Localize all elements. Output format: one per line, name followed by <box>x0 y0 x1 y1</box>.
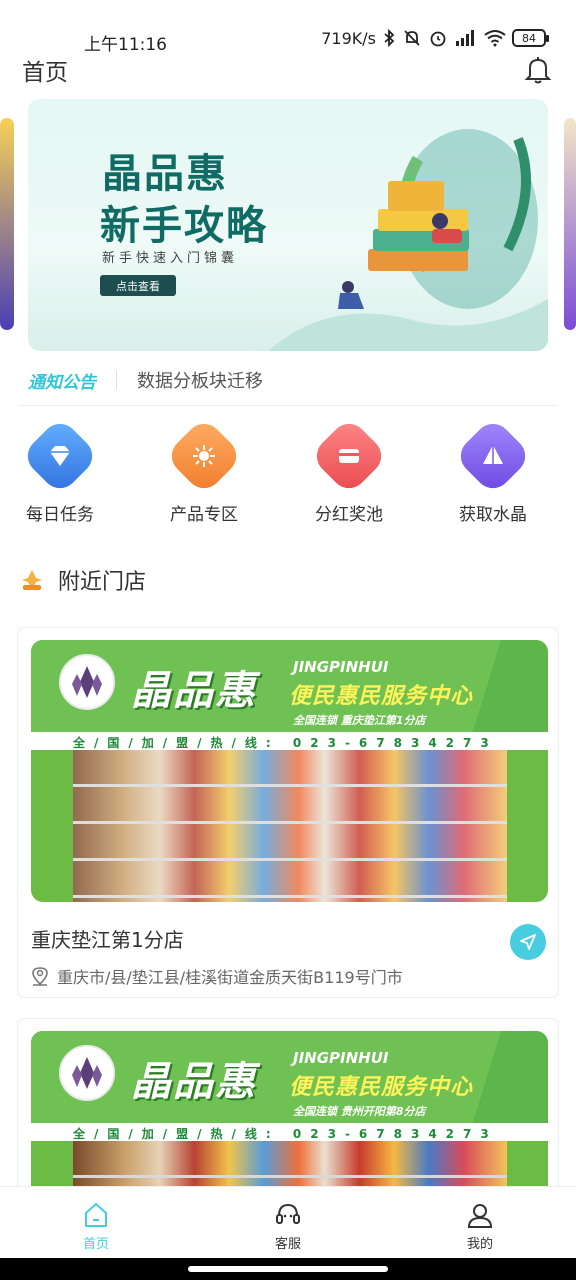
notice-divider <box>116 371 117 389</box>
quick-item-label: 获取水晶 <box>459 505 527 525</box>
notice-text[interactable]: 数据分板块迁移 <box>137 367 263 393</box>
store-hotline: 全/国/加/盟/热/线: 023-67834273 <box>73 736 498 750</box>
home-gesture-handle[interactable] <box>188 1266 388 1272</box>
status-bar: 上午11:16 719K/s 84 <box>0 0 576 55</box>
mute-bell-icon <box>404 30 420 46</box>
signal-icon <box>456 30 474 46</box>
navigate-button[interactable] <box>510 924 546 960</box>
page-header: 首页 <box>22 52 554 88</box>
quick-menu: 每日任务 产品专区 分红奖池 获取水晶 <box>0 416 576 528</box>
home-icon <box>85 1203 107 1227</box>
banner-title: 晶品惠 <box>102 151 228 197</box>
quick-item-label: 产品专区 <box>170 505 238 525</box>
store-branch-tag: 全国连锁 贵州开阳第8分店 <box>293 1105 426 1118</box>
banner-view-button[interactable]: 点击查看 <box>100 275 176 296</box>
nav-label: 客服 <box>274 1237 301 1252</box>
banner-illustration <box>268 129 548 351</box>
store-brand: 晶品惠 <box>131 1059 257 1105</box>
carousel-next-peek[interactable] <box>564 118 576 330</box>
customer-service-icon <box>276 1203 300 1224</box>
divider <box>18 405 558 406</box>
diamond-icon <box>20 416 100 496</box>
carousel-prev-peek[interactable] <box>0 118 14 330</box>
battery-icon: 84 <box>512 29 549 47</box>
sparkle-icon <box>164 416 244 496</box>
network-speed: 719K/s <box>321 28 376 48</box>
store-image: 晶品惠 JINGPINHUI 便民惠民服务中心 全国连锁 贵州开阳第8分店 全/… <box>31 1031 548 1201</box>
store-image: 晶品惠 JINGPINHUI 便民惠民服务中心 全国连锁 重庆垫江第1分店 全/… <box>31 640 548 902</box>
nav-item-home[interactable]: 首页 <box>0 1187 192 1258</box>
section-title-text: 附近门店 <box>58 570 147 595</box>
location-pin-icon <box>32 967 48 986</box>
crystal-icon <box>453 416 533 496</box>
page-title: 首页 <box>22 60 68 86</box>
bluetooth-icon <box>384 29 395 47</box>
status-icons: 719K/s 84 <box>321 28 549 48</box>
store-brand: 晶品惠 <box>131 668 257 714</box>
brand-logo <box>59 654 115 710</box>
store-section-icon <box>22 570 42 590</box>
banner-subtitle-title: 新手攻略 <box>100 203 268 249</box>
navigation-arrow-icon <box>520 934 536 950</box>
banner-tagline: 新手快速入门锦囊 <box>102 251 239 266</box>
store-card[interactable]: 晶品惠 JINGPINHUI 便民惠民服务中心 全国连锁 重庆垫江第1分店 全/… <box>17 627 559 998</box>
profile-icon <box>467 1204 493 1228</box>
nav-item-profile[interactable]: 我的 <box>384 1187 576 1258</box>
store-address-text: 重庆市/县/垫江县/桂溪街道金质天街B119号门市 <box>57 968 403 987</box>
quick-item-label: 分红奖池 <box>315 505 383 525</box>
quick-item-label: 每日任务 <box>26 505 94 525</box>
store-brand-en: JINGPINHUI <box>293 1049 389 1067</box>
notice-bar[interactable]: 通知公告 数据分板块迁移 <box>28 360 548 400</box>
store-slogan: 便民惠民服务中心 <box>289 684 474 709</box>
alarm-icon <box>430 31 446 47</box>
store-name: 重庆垫江第1分店 <box>31 928 184 952</box>
brand-logo <box>59 1045 115 1101</box>
notice-tag: 通知公告 <box>28 372 96 393</box>
store-hotline: 全/国/加/盟/热/线: 023-67834273 <box>73 1127 498 1141</box>
quick-item-dividend-pool[interactable]: 分红奖池 <box>289 416 409 525</box>
banner-carousel[interactable]: 晶品惠 新手攻略 新手快速入门锦囊 点击查看 <box>28 99 548 351</box>
nav-label: 首页 <box>82 1237 109 1252</box>
card-icon <box>309 416 389 496</box>
store-address: 重庆市/县/垫江县/桂溪街道金质天街B119号门市 <box>31 964 403 988</box>
notification-bell-icon[interactable] <box>522 54 554 86</box>
nav-item-customer-service[interactable]: 客服 <box>192 1187 384 1258</box>
bottom-nav: 首页 客服 我的 <box>0 1186 576 1258</box>
wifi-icon <box>484 30 506 47</box>
nearby-stores-section-title: 附近门店 <box>20 564 146 596</box>
store-branch-tag: 全国连锁 重庆垫江第1分店 <box>293 714 426 727</box>
quick-item-products[interactable]: 产品专区 <box>144 416 264 525</box>
quick-item-daily-task[interactable]: 每日任务 <box>0 416 120 525</box>
quick-item-get-crystal[interactable]: 获取水晶 <box>433 416 553 525</box>
store-brand-en: JINGPINHUI <box>293 658 389 676</box>
nav-label: 我的 <box>466 1237 493 1252</box>
store-slogan: 便民惠民服务中心 <box>289 1075 474 1100</box>
